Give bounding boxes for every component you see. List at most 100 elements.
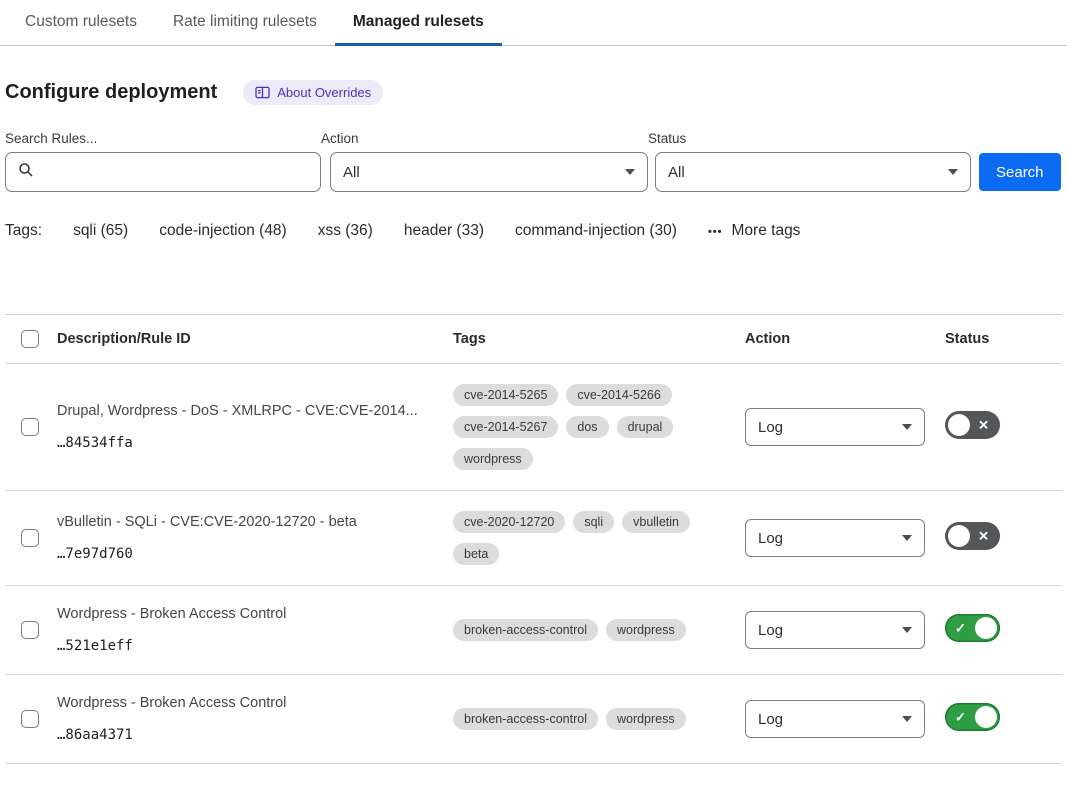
col-action: Action — [745, 331, 945, 347]
rule-id: …86aa4371 — [57, 727, 429, 743]
toggle-glyph: ✓ — [955, 621, 966, 634]
toggle-glyph: ✕ — [978, 529, 989, 542]
status-toggle[interactable]: ✓ — [945, 614, 1000, 642]
chevron-down-icon — [902, 627, 912, 633]
tag-pill: sqli — [573, 511, 614, 533]
col-status: Status — [945, 331, 1062, 347]
chevron-down-icon — [902, 716, 912, 722]
toggle-knob — [948, 414, 970, 436]
status-filter-select[interactable]: All — [655, 152, 971, 192]
chevron-down-icon — [948, 169, 958, 175]
about-overrides-label: About Overrides — [277, 85, 371, 100]
status-filter-value: All — [668, 164, 685, 181]
toggle-glyph: ✓ — [955, 710, 966, 723]
more-tags-button[interactable]: ••• More tags — [708, 222, 800, 240]
search-rules-label: Search Rules... — [5, 131, 321, 146]
toggle-knob — [948, 525, 970, 547]
rule-description: Wordpress - Broken Access Control — [57, 606, 429, 622]
chevron-down-icon — [902, 535, 912, 541]
table-row: Drupal, Wordpress - DoS - XMLRPC - CVE:C… — [5, 364, 1062, 491]
row-checkbox[interactable] — [21, 418, 39, 436]
col-description: Description/Rule ID — [57, 331, 453, 347]
rule-tags: broken-access-control wordpress — [453, 708, 745, 730]
tab-managed-rulesets[interactable]: Managed rulesets — [335, 0, 502, 45]
book-icon — [255, 86, 270, 99]
rule-tags: cve-2020-12720sqlivbulletinbeta — [453, 511, 745, 565]
rule-description-cell: Wordpress - Broken Access Control …521e1… — [57, 606, 453, 654]
rule-description: vBulletin - SQLi - CVE:CVE-2020-12720 - … — [57, 514, 429, 530]
tag-pill: cve-2014-5265 — [453, 384, 558, 406]
search-rules-field: Search Rules... — [5, 131, 321, 192]
tags-bar: Tags: sqli (65) code-injection (48) xss (3… — [5, 222, 1062, 240]
ellipsis-icon: ••• — [708, 226, 723, 238]
action-select[interactable]: Log — [745, 408, 925, 446]
action-filter-label: Action — [321, 131, 648, 146]
search-icon — [18, 162, 34, 182]
action-select[interactable]: Log — [745, 611, 925, 649]
tag-filter-link[interactable]: header (33) — [404, 222, 484, 240]
rule-description-cell: Wordpress - Broken Access Control …86aa4… — [57, 695, 453, 743]
ruleset-table-body: Drupal, Wordpress - DoS - XMLRPC - CVE:C… — [5, 364, 1062, 764]
tag-pill: cve-2014-5267 — [453, 416, 558, 438]
action-select[interactable]: Log — [745, 700, 925, 738]
chevron-down-icon — [902, 424, 912, 430]
action-select-value: Log — [758, 711, 783, 728]
tag-pill: cve-2020-12720 — [453, 511, 565, 533]
tags-bar-list: sqli (65) code-injection (48) xss (36) head… — [73, 222, 677, 240]
status-filter-field: Status All — [648, 131, 971, 192]
rule-description: Drupal, Wordpress - DoS - XMLRPC - CVE:C… — [57, 403, 429, 419]
tag-pill: cve-2014-5266 — [566, 384, 671, 406]
page-title: Configure deployment — [5, 81, 217, 104]
managed-rules-table: Description/Rule ID Tags Action Status D… — [5, 314, 1062, 764]
table-row: vBulletin - SQLi - CVE:CVE-2020-12720 - … — [5, 491, 1062, 586]
page-content: Configure deployment About Overrides Sea… — [0, 80, 1067, 764]
action-select-value: Log — [758, 530, 783, 547]
rule-description-cell: Drupal, Wordpress - DoS - XMLRPC - CVE:C… — [57, 403, 453, 451]
tag-pill: dos — [566, 416, 608, 438]
tab-custom-rulesets[interactable]: Custom rulesets — [7, 0, 155, 45]
tag-filter-link[interactable]: code-injection (48) — [159, 222, 287, 240]
more-tags-label: More tags — [732, 222, 801, 240]
ruleset-tabbar: Custom rulesets Rate limiting rulesets M… — [0, 0, 1067, 46]
tag-pill: drupal — [617, 416, 674, 438]
status-filter-label: Status — [648, 131, 971, 146]
toggle-knob — [975, 617, 997, 639]
search-button[interactable]: Search — [979, 153, 1061, 191]
heading-row: Configure deployment About Overrides — [5, 80, 1062, 105]
tag-pill: broken-access-control — [453, 619, 598, 641]
rule-id: …7e97d760 — [57, 546, 429, 562]
tag-pill: wordpress — [606, 708, 686, 730]
status-toggle[interactable]: ✓ — [945, 703, 1000, 731]
chevron-down-icon — [625, 169, 635, 175]
rule-id: …521e1eff — [57, 638, 429, 654]
toggle-knob — [975, 706, 997, 728]
row-checkbox[interactable] — [21, 710, 39, 728]
action-select[interactable]: Log — [745, 519, 925, 557]
search-input[interactable] — [42, 164, 308, 181]
tag-filter-link[interactable]: command-injection (30) — [515, 222, 677, 240]
select-all-checkbox[interactable] — [21, 330, 39, 348]
row-checkbox[interactable] — [21, 529, 39, 547]
tags-bar-label: Tags: — [5, 222, 42, 240]
col-tags: Tags — [453, 331, 745, 347]
tab-rate-limiting-rulesets[interactable]: Rate limiting rulesets — [155, 0, 335, 45]
search-input-box — [5, 152, 321, 192]
tag-pill: wordpress — [606, 619, 686, 641]
tag-pill: broken-access-control — [453, 708, 598, 730]
rule-description: Wordpress - Broken Access Control — [57, 695, 429, 711]
action-select-value: Log — [758, 622, 783, 639]
tag-filter-link[interactable]: xss (36) — [318, 222, 373, 240]
status-toggle[interactable]: ✕ — [945, 522, 1000, 550]
action-filter-field: Action All — [321, 131, 648, 192]
row-checkbox[interactable] — [21, 621, 39, 639]
status-toggle[interactable]: ✕ — [945, 411, 1000, 439]
rule-tags: cve-2014-5265 cve-2014-5266 cve-2014-5267 d… — [453, 384, 745, 470]
table-header-row: Description/Rule ID Tags Action Status — [5, 315, 1062, 364]
rule-tags: broken-access-control wordpress — [453, 619, 745, 641]
tag-pill: wordpress — [453, 448, 533, 470]
tag-filter-link[interactable]: sqli (65) — [73, 222, 128, 240]
tag-pill: beta — [453, 543, 499, 565]
about-overrides-link[interactable]: About Overrides — [243, 80, 383, 105]
action-filter-select[interactable]: All — [330, 152, 648, 192]
table-row: Wordpress - Broken Access Control …521e1… — [5, 586, 1062, 675]
